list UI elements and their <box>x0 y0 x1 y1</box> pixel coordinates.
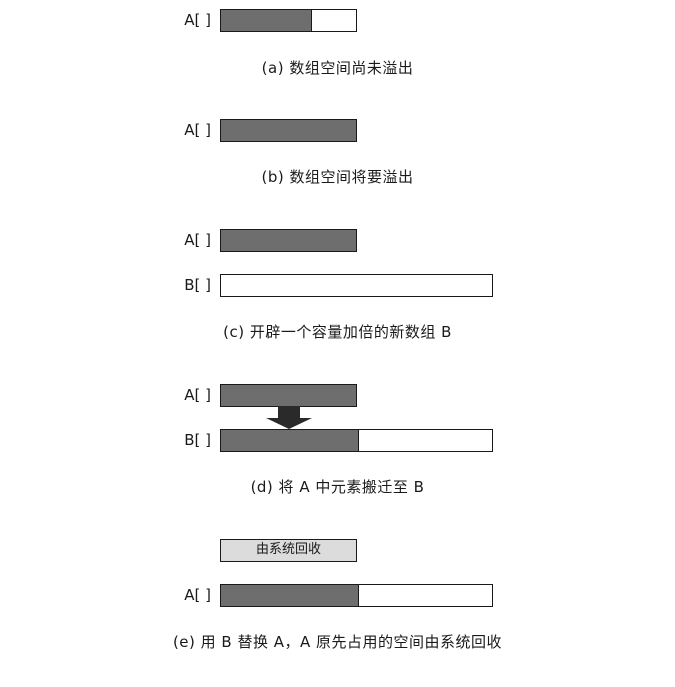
array-b-bar <box>220 274 493 297</box>
array-a-filled <box>221 10 312 31</box>
array-a-label: A[ ] <box>184 386 211 404</box>
array-a-label: A[ ] <box>184 11 211 29</box>
array-b-label: B[ ] <box>184 276 211 294</box>
array-a-filled <box>221 585 359 606</box>
caption-e: (e) 用 B 替换 A，A 原先占用的空间由系统回收 <box>172 633 503 651</box>
array-a-label: A[ ] <box>184 586 211 604</box>
freed-space-box: 由系统回收 <box>220 539 357 562</box>
array-a-bar <box>220 229 357 252</box>
array-a-bar <box>220 119 357 142</box>
caption-a: (a) 数组空间尚未溢出 <box>261 59 414 77</box>
caption-c: (c) 开辟一个容量加倍的新数组 B <box>223 323 452 341</box>
array-a-bar <box>220 584 493 607</box>
array-a-label: A[ ] <box>184 121 211 139</box>
array-a-filled <box>221 230 356 251</box>
array-a-filled <box>221 120 356 141</box>
caption-d: (d) 将 A 中元素搬迁至 B <box>250 478 425 496</box>
array-a-label: A[ ] <box>184 231 211 249</box>
array-b-label: B[ ] <box>184 431 211 449</box>
array-a-filled <box>221 385 356 406</box>
down-arrow-icon <box>266 406 312 429</box>
caption-b: (b) 数组空间将要溢出 <box>261 168 414 186</box>
array-b-bar <box>220 429 493 452</box>
array-b-filled <box>221 430 359 451</box>
array-a-bar <box>220 384 357 407</box>
array-a-bar <box>220 9 357 32</box>
